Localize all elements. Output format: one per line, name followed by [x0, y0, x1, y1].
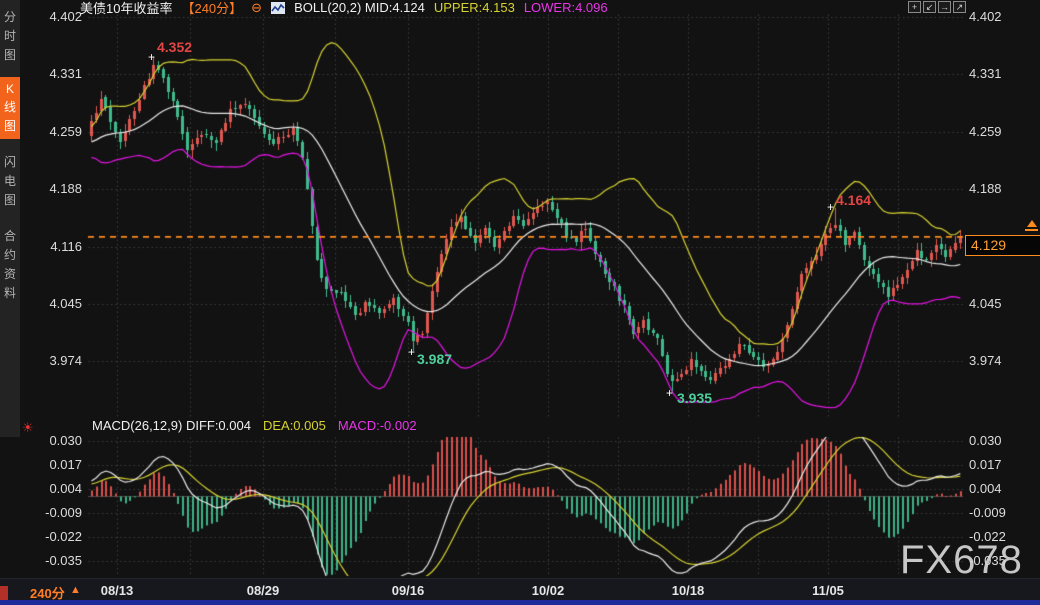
last-price-badge: 4.129	[965, 235, 1040, 256]
macd-tick-left: -0.022	[20, 529, 82, 545]
watermark: FX678	[900, 538, 1023, 583]
extreme-marker-icon: +	[148, 52, 155, 62]
x-tick-label: 08/29	[247, 583, 280, 598]
sidebar-tab-3[interactable]: 合约资料	[0, 222, 20, 306]
macd-name-and-diff: MACD(26,12,9) DIFF:0.004	[92, 418, 251, 433]
collapse-icon[interactable]: ⊖	[251, 0, 262, 16]
boll-lower-readout: LOWER:4.096	[524, 0, 608, 15]
price-tick-right: 4.331	[969, 66, 1035, 82]
zoom-corner-right-icon[interactable]: ↗	[953, 1, 966, 13]
price-tick-left: 4.331	[20, 66, 82, 82]
price-tick-right: 4.259	[969, 124, 1035, 140]
macd-tick-right: 0.004	[969, 481, 1035, 497]
pan-crosshair-icon[interactable]: +	[908, 1, 921, 13]
macd-hist-readout: MACD:-0.002	[338, 418, 417, 433]
x-tick-label: 10/02	[532, 583, 565, 598]
bottom-blue-strip	[0, 600, 1040, 605]
extreme-marker-icon: +	[666, 388, 673, 398]
x-tick-label: 10/18	[672, 583, 705, 598]
trading-chart-window: 分时图 K线图闪电图合约资料 美债10年收益率 【240分】 ⊖ BOLL(20,…	[0, 0, 1040, 605]
extreme-marker-icon: +	[827, 202, 834, 212]
extreme-annotation: 4.352	[157, 40, 192, 54]
x-tick-label: 09/16	[392, 583, 425, 598]
x-tick-label: 11/05	[812, 583, 844, 598]
extreme-annotation: 3.935	[677, 391, 712, 405]
price-tick-left: 4.188	[20, 181, 82, 197]
macd-tick-right: 0.017	[969, 457, 1035, 473]
x-tick-label: 08/13	[101, 583, 134, 598]
price-tick-left: 4.116	[20, 239, 82, 255]
extreme-annotation: 4.164	[836, 193, 871, 207]
macd-tick-left: 0.004	[20, 481, 82, 497]
time-axis-bar	[0, 578, 1040, 601]
macd-tick-left: 0.017	[20, 457, 82, 473]
price-tick-left: 4.259	[20, 124, 82, 140]
extreme-marker-icon: +	[408, 347, 415, 357]
price-tick-left: 4.045	[20, 296, 82, 312]
price-tick-left: 3.974	[20, 353, 82, 369]
scroll-right-icon[interactable]: →	[938, 1, 951, 13]
macd-header: MACD(26,12,9) DIFF:0.004 DEA:0.005 MACD:…	[92, 418, 417, 433]
macd-tick-left: -0.009	[20, 505, 82, 521]
zoom-corner-left-icon[interactable]: ↙	[923, 1, 936, 13]
sidebar-tab-2[interactable]: 闪电图	[0, 148, 20, 213]
kline-mini-icon[interactable]	[271, 2, 285, 14]
extreme-annotation: 3.987	[417, 352, 452, 366]
price-tick-left: 4.402	[20, 9, 82, 25]
timeframe-arrow-icon[interactable]: ▲	[70, 584, 81, 596]
sidebar-tab-1[interactable]: K线图	[0, 77, 20, 139]
macd-dea-readout: DEA:0.005	[263, 418, 326, 433]
price-tick-right: 4.045	[969, 296, 1035, 312]
price-marker-bar	[1025, 229, 1038, 231]
instrument-title: 美债10年收益率	[80, 0, 172, 17]
corner-red-box	[0, 586, 8, 601]
price-tick-right: 4.188	[969, 181, 1035, 197]
price-tick-right: 4.402	[969, 9, 1035, 25]
macd-tick-right: -0.009	[969, 505, 1035, 521]
price-marker-arrow-icon	[1027, 220, 1037, 227]
macd-tick-left: -0.035	[20, 553, 82, 569]
chart-toolbar: + ↙ → ↗	[908, 1, 966, 13]
sidebar-chart-type-tabs: 分时图 K线图闪电图合约资料	[0, 0, 20, 437]
price-tick-right: 3.974	[969, 353, 1035, 369]
alert-sun-icon[interactable]: ☀	[22, 420, 34, 436]
chart-canvas[interactable]	[0, 0, 1040, 605]
chart-header: 美债10年收益率 【240分】 ⊖ BOLL(20,2) MID:4.124 U…	[80, 0, 608, 15]
macd-tick-right: 0.030	[969, 433, 1035, 449]
period-label: 【240分】	[181, 0, 242, 17]
boll-upper-readout: UPPER:4.153	[434, 0, 515, 15]
boll-mid-readout: BOLL(20,2) MID:4.124	[294, 0, 425, 15]
sidebar-tab-0[interactable]: 分时图	[0, 3, 20, 68]
